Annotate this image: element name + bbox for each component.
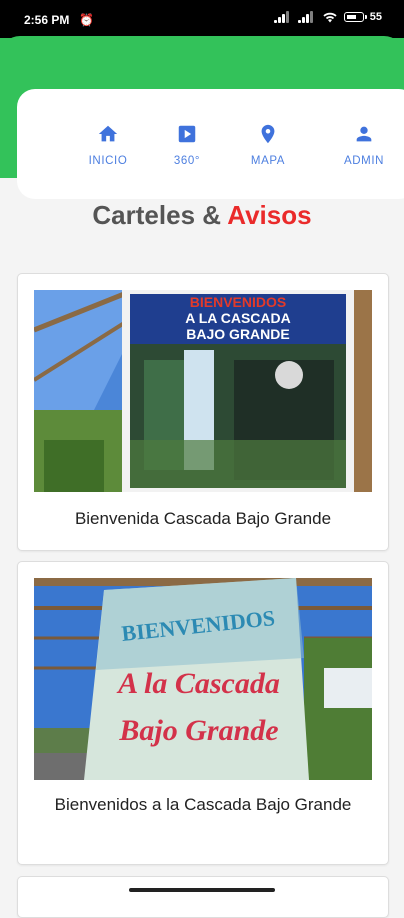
sign-card-caption: Bienvenida Cascada Bajo Grande [74, 509, 332, 528]
cell-signal-icon-2 [297, 11, 316, 23]
sign-card-caption: Bienvenidos a la Cascada Bajo Grande [54, 795, 352, 814]
nav-label-mapa: MAPA [250, 155, 286, 167]
nav-item-mapa[interactable]: MAPA [228, 123, 308, 167]
gesture-handle[interactable] [129, 888, 275, 892]
wifi-icon [323, 12, 337, 23]
page-title: Carteles & Avisos [0, 200, 404, 231]
nav-item-inicio[interactable]: INICIO [68, 123, 148, 167]
person-icon [356, 126, 372, 142]
status-icons: 55 [273, 11, 382, 23]
nav-label-inicio: INICIO [88, 155, 128, 167]
video-icon [178, 125, 196, 143]
home-icon [98, 125, 118, 142]
page-title-main: Carteles & [92, 200, 228, 230]
status-time: 2:56 PM [24, 13, 70, 27]
cell-signal-icon [273, 11, 292, 23]
app-header: INICIO 360° MAPA ADMIN [0, 36, 404, 199]
sign-line-2: A la Cascada [116, 667, 280, 700]
status-bar: 2:56 PM ⏰ 55 [0, 0, 404, 38]
sign-line-3: Bajo Grande [118, 714, 278, 747]
sign-card[interactable] [17, 876, 389, 918]
sign-line-2: A LA CASCADA [185, 310, 291, 326]
battery-icon [343, 12, 367, 22]
sign-photo-illustration: BIENVENIDOS A la Cascada Bajo Grande [34, 578, 372, 780]
sign-card[interactable]: BIENVENIDOS A LA CASCADA BAJO GRANDE Bie… [17, 273, 389, 551]
sign-line-1: BIENVENIDOS [190, 294, 286, 310]
nav-label-admin: ADMIN [343, 155, 385, 167]
sign-photo: BIENVENIDOS A la Cascada Bajo Grande [34, 578, 372, 780]
sign-line-3: BAJO GRANDE [186, 326, 289, 342]
page-title-accent: Avisos [227, 200, 312, 230]
battery-level: 55 [369, 11, 382, 23]
nav-label-360: 360° [173, 155, 201, 167]
alarm-icon: ⏰ [79, 13, 94, 27]
nav-item-360[interactable]: 360° [147, 123, 227, 167]
nav-item-admin[interactable]: ADMIN [324, 123, 404, 167]
sign-photo: BIENVENIDOS A LA CASCADA BAJO GRANDE [34, 290, 372, 492]
sign-card[interactable]: BIENVENIDOS A la Cascada Bajo Grande Bie… [17, 561, 389, 865]
sign-photo-illustration: BIENVENIDOS A LA CASCADA BAJO GRANDE [34, 290, 372, 492]
map-pin-icon [261, 124, 275, 144]
nav-bar: INICIO 360° MAPA ADMIN [17, 89, 404, 199]
